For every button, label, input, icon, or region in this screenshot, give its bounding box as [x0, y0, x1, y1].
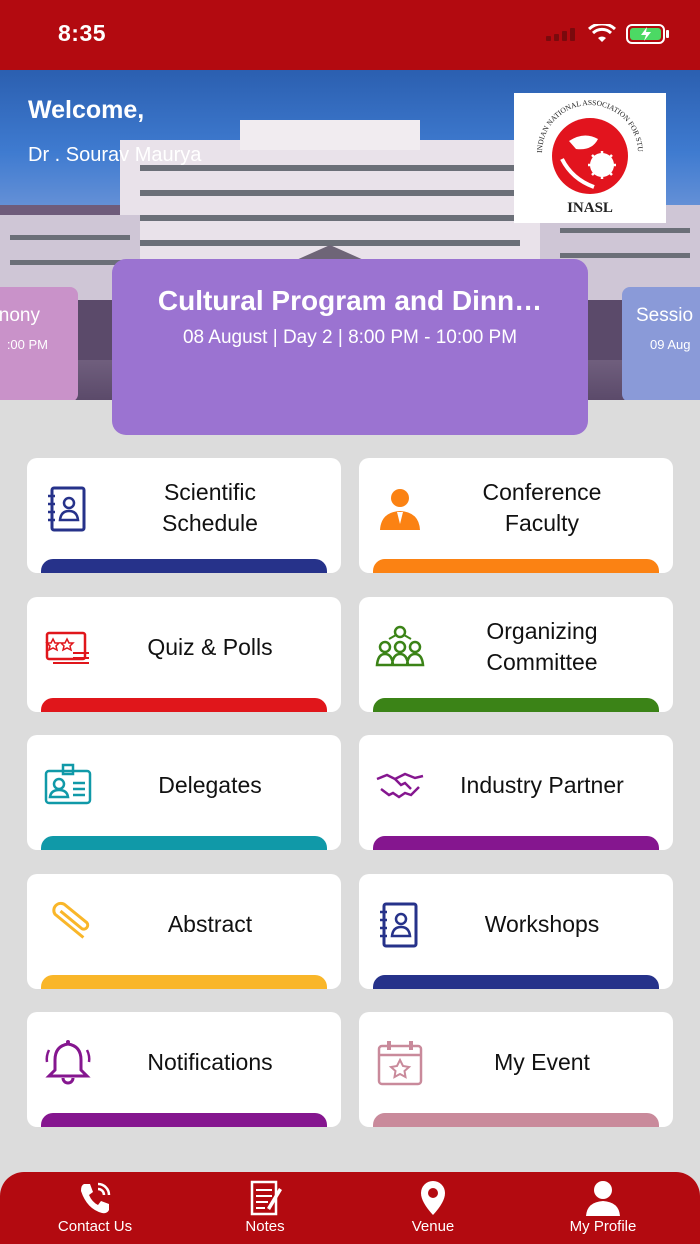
phone-icon	[81, 1182, 111, 1214]
next-event-title: Sessio	[636, 305, 694, 326]
nav-notes[interactable]: Notes	[180, 1172, 350, 1244]
contact-book-icon	[380, 902, 418, 948]
menu-tile-abstract[interactable]: Abstract	[27, 874, 341, 989]
menu-tile-label: Workshops	[484, 910, 600, 937]
battery-icon	[626, 24, 669, 44]
prev-event-title: nony	[0, 305, 40, 326]
user-name: Dr . Sourav Maurya	[28, 144, 202, 166]
event-card-previous[interactable]: nony :00 PM	[0, 287, 78, 400]
wifi-icon	[588, 24, 616, 42]
menu-tile-my-event[interactable]: My Event	[359, 1012, 673, 1127]
menu-tile-label: Delegates	[158, 771, 262, 798]
tile-color-bar	[373, 975, 659, 989]
nav-label: Venue	[411, 1218, 455, 1235]
menu-tile-label: Scientific Schedule	[162, 479, 258, 536]
tile-color-bar	[41, 836, 327, 850]
id-badge-icon	[44, 763, 92, 805]
nav-label: My Profile	[569, 1218, 637, 1235]
handshake-icon	[376, 772, 424, 799]
event-title: Cultural Program and Dinn…	[157, 285, 543, 316]
event-card-current[interactable]: Cultural Program and Dinn… 08 August | D…	[112, 259, 588, 435]
person-icon	[380, 489, 420, 530]
menu-tile-label: Quiz & Polls	[147, 633, 273, 660]
tile-color-bar	[373, 559, 659, 573]
tile-color-bar	[373, 836, 659, 850]
location-pin-icon	[421, 1181, 445, 1215]
menu-tile-label: Abstract	[167, 910, 253, 937]
tile-color-bar	[41, 1113, 327, 1127]
nav-label: Contact Us	[57, 1218, 133, 1235]
tile-color-bar	[373, 1113, 659, 1127]
status-bar: 8:35	[0, 0, 700, 70]
menu-tile-delegates[interactable]: Delegates	[27, 735, 341, 850]
paperclip-icon	[52, 901, 90, 939]
notes-icon	[250, 1180, 282, 1216]
event-subtitle: 08 August | Day 2 | 8:00 PM - 10:00 PM	[182, 327, 518, 348]
next-event-time: 09 Aug	[650, 337, 691, 352]
menu-tile-scientific-schedule[interactable]: Scientific Schedule	[27, 458, 341, 573]
menu-tile-conference-faculty[interactable]: Conference Faculty	[359, 458, 673, 573]
star-chart-icon	[45, 631, 89, 664]
event-card-next[interactable]: Sessio 09 Aug	[622, 287, 700, 400]
menu-tile-industry-partner[interactable]: Industry Partner	[359, 735, 673, 850]
contact-book-icon	[48, 486, 86, 532]
menu-tile-notifications[interactable]: Notifications	[27, 1012, 341, 1127]
tile-color-bar	[41, 559, 327, 573]
welcome-heading: Welcome,	[28, 96, 145, 124]
tile-color-bar	[41, 698, 327, 712]
status-time: 8:35	[58, 20, 107, 46]
status-icons	[546, 24, 670, 44]
nav-label: Notes	[245, 1218, 285, 1235]
user-icon	[586, 1181, 620, 1216]
menu-tile-workshops[interactable]: Workshops	[359, 874, 673, 989]
logo-text: INASL	[567, 200, 613, 216]
nav-my-profile[interactable]: My Profile	[518, 1172, 688, 1244]
menu-tile-label: Industry Partner	[460, 771, 624, 798]
team-icon	[375, 625, 425, 667]
menu-tile-label: Conference Faculty	[482, 479, 602, 536]
tile-color-bar	[373, 698, 659, 712]
calendar-star-icon	[377, 1041, 423, 1086]
menu-tile-organizing-committee[interactable]: Organizing Committee	[359, 597, 673, 712]
bell-icon	[45, 1040, 91, 1085]
nav-contact-us[interactable]: Contact Us	[10, 1172, 180, 1244]
menu-tile-label: My Event	[494, 1048, 590, 1075]
prev-event-time: :00 PM	[6, 337, 48, 352]
signal-icon	[546, 28, 575, 41]
bottom-nav: Contact Us Notes Venue My Profile	[0, 1172, 700, 1244]
inasl-logo: INDIAN NATIONAL ASSOCIATION FOR STUDY OF…	[511, 86, 666, 223]
menu-tile-label: Notifications	[147, 1048, 273, 1075]
tile-color-bar	[41, 975, 327, 989]
menu-tile-label: Organizing Committee	[486, 618, 598, 675]
menu-tile-quiz-and-polls[interactable]: Quiz & Polls	[27, 597, 341, 712]
nav-venue[interactable]: Venue	[348, 1172, 518, 1244]
